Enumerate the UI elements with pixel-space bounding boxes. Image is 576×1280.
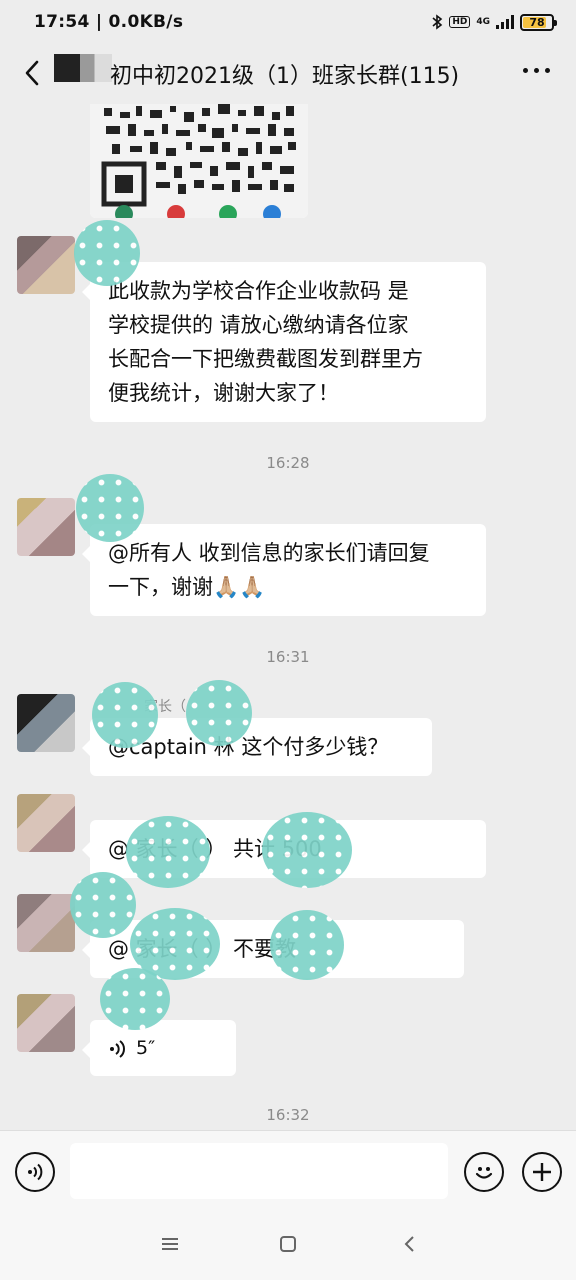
privacy-mask xyxy=(70,872,136,938)
privacy-mask xyxy=(100,968,170,1030)
voice-duration: 5″ xyxy=(136,1037,156,1059)
battery-level: 78 xyxy=(529,15,545,29)
group-avatar xyxy=(54,54,112,82)
avatar[interactable] xyxy=(17,794,75,852)
timestamp: 16:28 xyxy=(266,454,310,472)
privacy-mask xyxy=(270,910,344,980)
input-bar xyxy=(0,1130,576,1212)
hd-badge: HD xyxy=(449,16,471,28)
avatar[interactable] xyxy=(17,894,75,952)
voice-message-icon xyxy=(110,1039,125,1058)
status-icons: HD 4G 78 xyxy=(431,13,557,31)
back-icon[interactable] xyxy=(18,58,48,88)
privacy-mask xyxy=(76,474,144,542)
timestamp: 16:32 xyxy=(266,1106,310,1124)
privacy-mask xyxy=(126,816,210,888)
message-line: 长配合一下把缴费截图发到群里方 xyxy=(108,347,423,371)
message-bubble[interactable]: @所有人 收到信息的家长们请回复 一下，谢谢🙏🏼🙏🏼 xyxy=(82,524,486,616)
battery-icon: 78 xyxy=(520,13,557,31)
privacy-mask xyxy=(74,220,140,286)
message-input[interactable] xyxy=(70,1143,448,1199)
avatar[interactable] xyxy=(17,694,75,752)
qr-code-image[interactable] xyxy=(90,104,308,218)
voice-input-icon[interactable] xyxy=(15,1152,55,1192)
privacy-mask xyxy=(186,680,252,746)
message-line: 此收款为学校合作企业收款码 是 xyxy=(108,279,409,303)
message-line: 一下，谢谢🙏🏼🙏🏼 xyxy=(108,575,266,599)
signal-icon xyxy=(496,15,514,29)
timestamp: 16:31 xyxy=(266,648,310,666)
network-type: 4G xyxy=(476,17,490,27)
back-nav-icon[interactable] xyxy=(400,1234,420,1254)
page-title: 初中初2021级（1）班家长群(115) xyxy=(110,64,460,89)
message-bubble[interactable]: 此收款为学校合作企业收款码 是 学校提供的 请放心缴纳请各位家 长配合一下把缴费… xyxy=(82,262,486,422)
status-time-speed: 17:54 | 0.0KB/s xyxy=(34,12,184,32)
emoji-icon[interactable] xyxy=(464,1152,504,1192)
message-line: 便我统计，谢谢大家了！ xyxy=(108,381,339,405)
status-bar: 17:54 | 0.0KB/s HD 4G 78 xyxy=(0,0,576,44)
voice-message-bubble[interactable]: 5″ xyxy=(82,1020,236,1076)
add-icon[interactable] xyxy=(522,1152,562,1192)
avatar[interactable] xyxy=(17,236,75,294)
more-icon[interactable] xyxy=(523,68,550,73)
chat-area[interactable]: 此收款为学校合作企业收款码 是 学校提供的 请放心缴纳请各位家 长配合一下把缴费… xyxy=(0,104,576,1130)
avatar[interactable] xyxy=(17,994,75,1052)
message-text: @captain 林 这个付多少钱？ xyxy=(108,735,389,759)
message-line: 学校提供的 请放心缴纳请各位家 xyxy=(108,313,409,337)
menu-icon[interactable] xyxy=(160,1234,180,1254)
bluetooth-icon xyxy=(432,14,443,30)
home-icon[interactable] xyxy=(278,1234,298,1254)
system-nav-bar xyxy=(0,1212,576,1280)
chat-header: 初中初2021级（1）班家长群(115) xyxy=(0,44,576,104)
message-line: @所有人 收到信息的家长们请回复 xyxy=(108,541,430,565)
privacy-mask xyxy=(92,682,158,748)
avatar[interactable] xyxy=(17,498,75,556)
privacy-mask xyxy=(262,812,352,888)
